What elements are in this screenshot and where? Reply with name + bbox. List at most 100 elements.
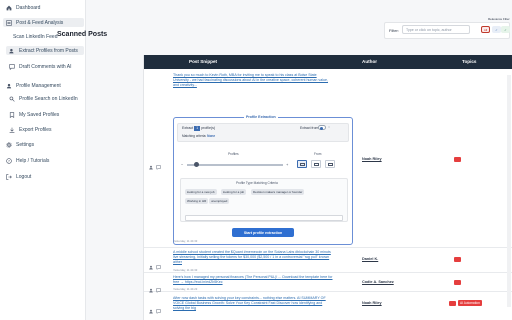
table-row[interactable]: After now dash tasks with solving your k…: [144, 292, 512, 320]
relevance-all-button[interactable]: All: [481, 26, 490, 33]
comment-icon[interactable]: [156, 257, 161, 271]
home-icon: [6, 5, 12, 11]
sidebar-item-post-feed[interactable]: Post & Feed Analysis: [3, 18, 84, 27]
comment-icon[interactable]: [156, 157, 161, 171]
relevance-option-button[interactable]: ✓: [492, 26, 501, 33]
sidebar-item-draft-comments[interactable]: Draft Comments with AI: [6, 62, 84, 71]
criteria-input[interactable]: [185, 215, 343, 221]
extract-suffix: profile(s): [201, 126, 216, 131]
search-user-icon: [9, 96, 15, 102]
extract-from-toggle[interactable]: [318, 125, 326, 130]
source-option-card[interactable]: [325, 160, 335, 168]
source-option-card[interactable]: [297, 160, 307, 168]
sidebar-item-label: Post & Feed Analysis: [16, 19, 64, 26]
filter-label: Filter:: [389, 28, 399, 33]
sidebar-item-label: Scan LinkedIn Feed: [13, 33, 58, 40]
sidebar-item-label: Settings: [16, 141, 35, 148]
matching-value: None: [207, 134, 216, 138]
sidebar-item-dashboard[interactable]: Dashboard: [3, 3, 84, 12]
sidebar-item-help[interactable]: ? Help / Tutorials: [3, 156, 84, 165]
panel-title: Profile Extraction: [244, 115, 278, 119]
extract-users-icon[interactable]: [149, 157, 154, 170]
criteria-chip[interactable]: Decision makers manager or founder: [251, 189, 305, 195]
author-link[interactable]: Codie A. Sanchez: [362, 280, 394, 284]
table-row[interactable]: Thank you so much to Kevin Roth, MBA for…: [144, 69, 512, 248]
from-label: From: [314, 152, 322, 156]
app-window: Dashboard Post & Feed Analysis Scan Link…: [0, 0, 512, 320]
filter-input[interactable]: Type or click on topic, author: [402, 25, 470, 34]
lock-icon: ○: [328, 125, 331, 129]
post-timestamp: Yesterday, 11:44:33: [173, 268, 198, 272]
sidebar-item-extract-profiles[interactable]: Extract Profiles from Posts: [6, 46, 84, 55]
matching-label: Matching criteria:: [182, 134, 207, 138]
post-snippet-link[interactable]: A middle school student created the $Qua…: [173, 250, 333, 264]
logout-icon: [6, 173, 12, 180]
comment-icon: [9, 63, 15, 70]
export-icon: [9, 127, 15, 133]
sidebar-item-logout[interactable]: Logout: [3, 172, 84, 181]
posts-table: Post Snippet Author Topics Thank you so …: [143, 55, 512, 320]
post-timestamp: Yesterday, 11:44:23: [173, 287, 198, 291]
extraction-summary: Extract 1 profile(s) Matching criteria: …: [177, 123, 349, 142]
topic-chip[interactable]: [454, 257, 461, 262]
plus-button[interactable]: +: [286, 162, 288, 167]
comment-icon[interactable]: [156, 301, 161, 315]
sidebar-item-profile-search[interactable]: Profile Search on LinkedIn: [6, 94, 84, 103]
column-header-topics[interactable]: Topics: [462, 59, 476, 64]
author-link[interactable]: Daniel K.: [362, 257, 378, 261]
sidebar-item-settings[interactable]: Settings: [3, 140, 84, 149]
sidebar-item-saved-profiles[interactable]: My Saved Profiles: [6, 110, 84, 119]
svg-text:?: ?: [8, 159, 10, 163]
extract-count: 1: [194, 126, 201, 131]
minus-button[interactable]: −: [181, 162, 183, 167]
profiles-label: Profiles: [228, 152, 239, 156]
extract-prefix: Extract: [182, 126, 194, 131]
start-extraction-button[interactable]: Start profile extraction: [232, 228, 294, 237]
sidebar-item-export-profiles[interactable]: Export Profiles: [6, 125, 84, 134]
author-link[interactable]: Noah Riley: [362, 157, 382, 161]
column-header-author[interactable]: Author: [362, 59, 377, 64]
relevance-filter-label: Relevance Filter: [488, 17, 510, 21]
sidebar-item-label: Extract Profiles from Posts: [19, 47, 78, 54]
extract-users-icon[interactable]: [149, 280, 154, 293]
table-row[interactable]: Here's how I managed my personal finance…: [144, 273, 512, 294]
page-title: Scanned Posts: [57, 31, 108, 38]
sidebar-item-label: Help / Tutorials: [16, 157, 50, 164]
users-icon: [9, 48, 15, 54]
table-header: Post Snippet Author Topics: [144, 55, 512, 69]
topic-chip[interactable]: [454, 280, 461, 285]
source-option-card[interactable]: [311, 160, 321, 168]
feed-icon: [6, 19, 12, 26]
table-row[interactable]: A middle school student created the $Qua…: [144, 248, 512, 273]
criteria-chip[interactable]: looking for a job: [221, 189, 247, 195]
criteria-chip[interactable]: looking for a new job: [185, 189, 217, 195]
topic-chip[interactable]: AI Automation: [458, 300, 482, 306]
sidebar-item-label: Logout: [16, 173, 32, 180]
criteria-chip[interactable]: Working in HR: [185, 198, 209, 204]
post-snippet-link[interactable]: Thank you so much to Kevin Roth, MBA for…: [173, 73, 333, 87]
slider-handle[interactable]: [194, 162, 199, 167]
author-link[interactable]: Noah Riley: [362, 301, 382, 305]
profiles-slider[interactable]: [187, 164, 283, 166]
extract-users-icon[interactable]: [149, 301, 154, 314]
sidebar-item-label: My Saved Profiles: [19, 111, 60, 118]
post-snippet-link[interactable]: Here's how I managed my personal finance…: [173, 275, 333, 285]
user-icon: [6, 83, 12, 89]
topic-chip[interactable]: [454, 157, 461, 162]
post-timestamp: Yesterday, 11:44:33: [173, 239, 198, 243]
topic-chip[interactable]: [449, 301, 456, 306]
sidebar-item-label: Profile Search on LinkedIn: [19, 95, 78, 102]
help-icon: ?: [6, 157, 12, 164]
post-snippet-link[interactable]: After now dash tasks with solving your k…: [173, 296, 333, 310]
comment-icon[interactable]: [156, 280, 161, 294]
scrollbar[interactable]: [507, 75, 511, 307]
extract-users-icon[interactable]: [149, 257, 154, 270]
column-header-snippet[interactable]: Post Snippet: [189, 59, 217, 64]
criteria-title: Profile Type Matching Criteria: [236, 181, 278, 185]
criteria-box: Profile Type Matching Criteria looking f…: [180, 178, 348, 222]
relevance-option-button[interactable]: ✓: [501, 26, 510, 33]
extract-from-label: Extract from: [300, 126, 319, 130]
sidebar-item-profile-management[interactable]: Profile Management: [3, 81, 84, 90]
sidebar-item-label: Export Profiles: [19, 126, 52, 133]
criteria-chip[interactable]: unemployed: [209, 198, 230, 204]
